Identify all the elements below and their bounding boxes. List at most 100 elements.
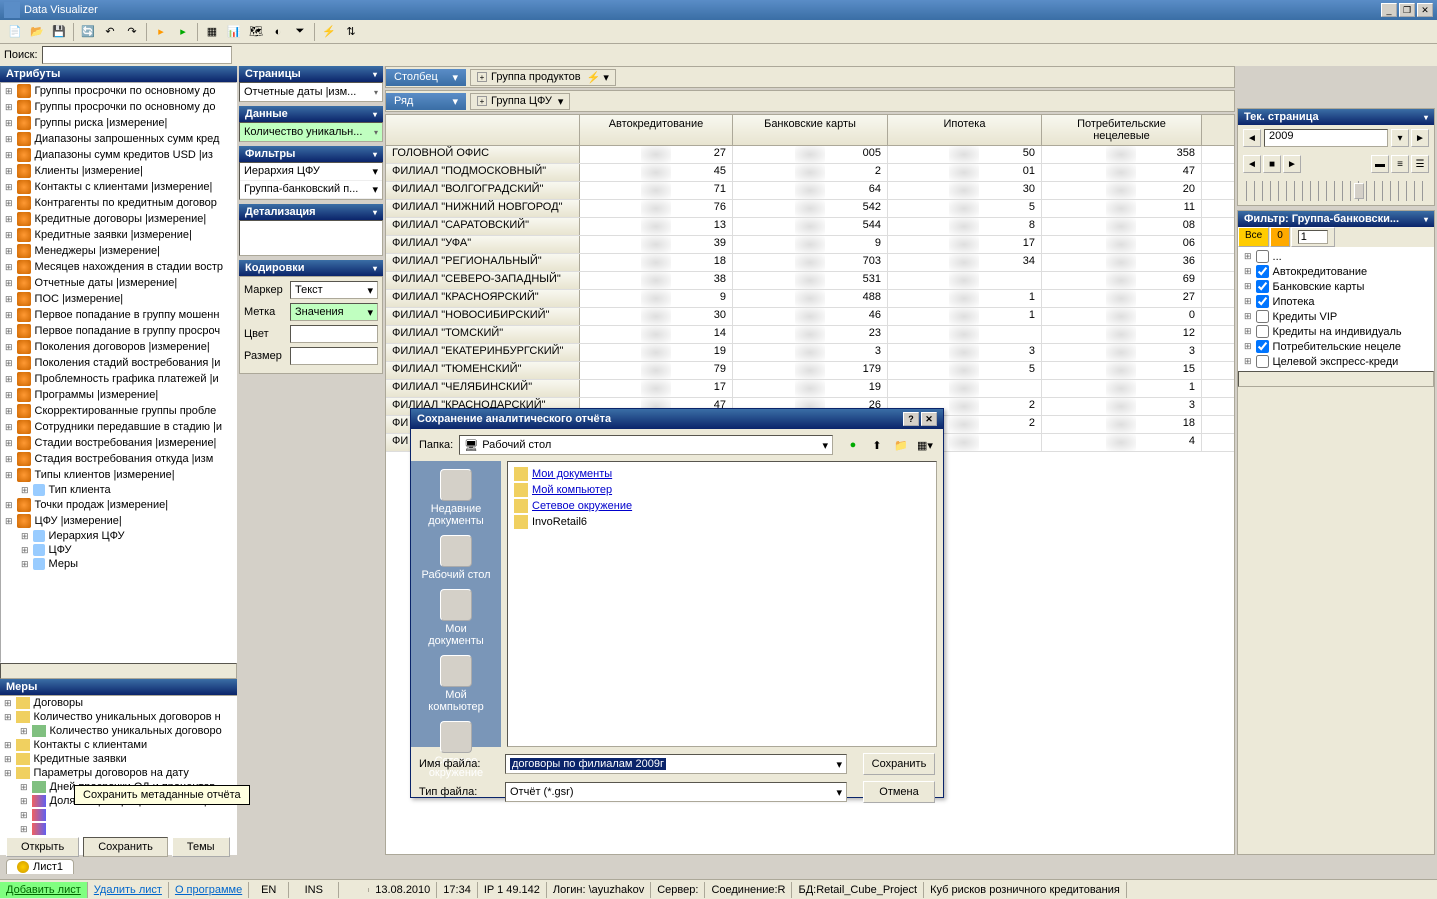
filter-checkbox[interactable] [1256, 265, 1269, 278]
map-icon[interactable]: 🗺 [246, 22, 266, 42]
grid-cell[interactable]: 71 [580, 182, 733, 199]
grid-cell[interactable]: 23 [733, 326, 888, 343]
up-icon[interactable]: ⬆ [867, 435, 887, 455]
tree-item[interactable]: Проблемность графика платежей |и [1, 371, 236, 387]
grid-cell[interactable]: 30 [580, 308, 733, 325]
grid-cell[interactable]: 488 [733, 290, 888, 307]
filter-checkbox-item[interactable]: Банковские карты [1240, 279, 1432, 294]
grid-cell[interactable]: 45 [580, 164, 733, 181]
row-header[interactable]: ФИЛИАЛ "ПОДМОСКОВНЫЙ" [386, 164, 580, 181]
filter-checkbox-item[interactable]: Ипотека [1240, 294, 1432, 309]
chart-icon[interactable]: 📊 [224, 22, 244, 42]
row-value[interactable]: +Группа ЦФУ▾ [470, 93, 570, 110]
row-header[interactable]: ФИЛИАЛ "ВОЛГОГРАДСКИЙ" [386, 182, 580, 199]
tree-item[interactable]: ПОС |измерение| [1, 291, 236, 307]
undo-icon[interactable]: ↶ [100, 22, 120, 42]
filter-checkbox[interactable] [1256, 295, 1269, 308]
delete-sheet-link[interactable]: Удалить лист [88, 882, 169, 898]
grid-cell[interactable]: 9 [580, 290, 733, 307]
save-icon[interactable]: 💾 [49, 22, 69, 42]
grid-cell[interactable]: 005 [733, 146, 888, 163]
tree-item[interactable]: Группы просрочки по основному до [1, 83, 236, 99]
grid-cell[interactable]: 3 [1042, 344, 1202, 361]
nav-play-icon[interactable]: ► [1283, 155, 1301, 173]
data-value[interactable]: Количество уникальн...▾ [239, 122, 383, 142]
row-header[interactable]: ФИЛИАЛ "КРАСНОЯРСКИЙ" [386, 290, 580, 307]
dialog-cancel-button[interactable]: Отмена [863, 781, 935, 803]
dialog-close-button[interactable]: ✕ [921, 412, 937, 426]
grid-cell[interactable]: 0 [1042, 308, 1202, 325]
grid-cell[interactable]: 1 [888, 290, 1042, 307]
places-item[interactable]: Мои документы [416, 589, 496, 647]
places-item[interactable]: Рабочий стол [416, 535, 496, 581]
places-item[interactable]: Недавние документы [416, 469, 496, 527]
tree-item[interactable]: Первое попадание в группу просроч [1, 323, 236, 339]
tree-item[interactable]: Клиенты |измерение| [1, 163, 236, 179]
measure-item[interactable]: Количество уникальных договоро [16, 724, 237, 738]
size-select[interactable] [290, 347, 378, 365]
grid-cell[interactable]: 542 [733, 200, 888, 217]
row-header[interactable]: ФИЛИАЛ "САРАТОВСКИЙ" [386, 218, 580, 235]
grid-cell[interactable]: 18 [1042, 416, 1202, 433]
grid-cell[interactable]: 18 [580, 254, 733, 271]
filter-checkbox[interactable] [1256, 250, 1269, 263]
filter-checkbox-item[interactable]: Целевой экспресс-креди [1240, 354, 1432, 369]
grid-cell[interactable]: 64 [733, 182, 888, 199]
filter-item[interactable]: Группа-банковский п...▾ [240, 181, 382, 199]
tree-item[interactable]: Диапазоны запрошенных сумм кред [1, 131, 236, 147]
tree-item[interactable]: Контрагенты по кредитным договор [1, 195, 236, 211]
grid-cell[interactable]: 13 [580, 218, 733, 235]
detail-header[interactable]: Детализация▾ [239, 204, 383, 220]
tree-item[interactable]: Стадия востребования откуда |изм [1, 451, 236, 467]
grid-cell[interactable]: 27 [580, 146, 733, 163]
grid-cell[interactable]: 19 [580, 344, 733, 361]
file-list[interactable]: Мои документыМой компьютерСетевое окруже… [507, 461, 937, 747]
pages-value[interactable]: Отчетные даты |изм...▾ [239, 82, 383, 102]
sort-icon[interactable]: ⇅ [341, 22, 361, 42]
grid-cell[interactable]: 9 [733, 236, 888, 253]
grid-cell[interactable]: 1 [1042, 380, 1202, 397]
nav-first-icon[interactable]: ◄ [1243, 155, 1261, 173]
tree-item[interactable]: Месяцев нахождения в стадии востр [1, 259, 236, 275]
play-icon[interactable]: ▸ [151, 22, 171, 42]
measure-item[interactable]: Контакты с клиентами [0, 738, 237, 752]
grid-cell[interactable]: 12 [1042, 326, 1202, 343]
filter-panel-header[interactable]: Фильтр: Группа-банковски...▾ [1238, 211, 1434, 227]
filter-checkbox[interactable] [1256, 355, 1269, 368]
close-button[interactable]: ✕ [1417, 3, 1433, 17]
tree-item[interactable]: Стадии востребования |измерение| [1, 435, 236, 451]
column-header[interactable]: Потребительские нецелевые [1042, 115, 1202, 145]
redo-icon[interactable]: ↷ [122, 22, 142, 42]
dialog-help-button[interactable]: ? [903, 412, 919, 426]
grid-cell[interactable] [888, 272, 1042, 289]
tree-item[interactable]: Кредитные заявки |измерение| [1, 227, 236, 243]
row-header[interactable]: ГОЛОВНОЙ ОФИС [386, 146, 580, 163]
measure-item[interactable]: Договоры [0, 696, 237, 710]
row-label[interactable]: Ряд▾ [386, 93, 466, 110]
detail-value[interactable] [239, 220, 383, 256]
themes-button[interactable]: Темы [172, 837, 230, 857]
row-header[interactable]: ФИЛИАЛ "ЕКАТЕРИНБУРГСКИЙ" [386, 344, 580, 361]
grid-cell[interactable]: 4 [1042, 434, 1202, 451]
row-header[interactable]: ФИЛИАЛ "ЧЕЛЯБИНСКИЙ" [386, 380, 580, 397]
column-header[interactable]: Автокредитование [580, 115, 733, 145]
minimize-button[interactable]: _ [1381, 3, 1397, 17]
column-header[interactable]: Ипотека [888, 115, 1042, 145]
mode3-icon[interactable]: ☰ [1411, 155, 1429, 173]
data-header[interactable]: Данные▾ [239, 106, 383, 122]
lang-indicator[interactable]: EN [249, 882, 289, 898]
filter-checkbox[interactable] [1256, 310, 1269, 323]
grid-cell[interactable]: 3 [733, 344, 888, 361]
filter-tab-input[interactable] [1291, 227, 1335, 247]
file-item[interactable]: InvoRetail6 [512, 514, 932, 530]
grid-icon[interactable]: ▦ [202, 22, 222, 42]
dropdown-icon[interactable]: ⏷ [290, 22, 310, 42]
mode2-icon[interactable]: ≡ [1391, 155, 1409, 173]
tree-item[interactable]: ЦФУ [17, 543, 236, 557]
filters-list[interactable]: Иерархия ЦФУ▾ Группа-банковский п...▾ [239, 162, 383, 200]
grid-cell[interactable]: 20 [1042, 182, 1202, 199]
tree-item[interactable]: Группы риска |измерение| [1, 115, 236, 131]
row-header[interactable]: ФИЛИАЛ "ТЮМЕНСКИЙ" [386, 362, 580, 379]
grid-cell[interactable]: 11 [1042, 200, 1202, 217]
tree-item[interactable]: Поколения договоров |измерение| [1, 339, 236, 355]
